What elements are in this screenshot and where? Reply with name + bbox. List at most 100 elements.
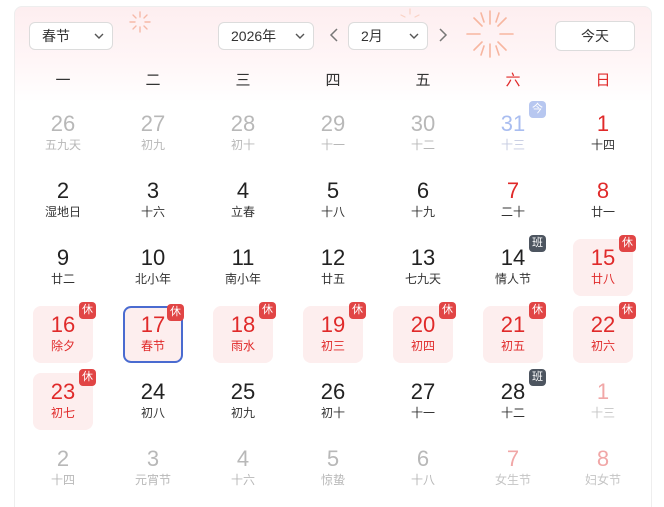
day-cell[interactable]: 11 南小年 (213, 239, 273, 296)
day-cell[interactable]: 24 初八 (123, 373, 183, 430)
day-cell[interactable]: 6 十八 (393, 440, 453, 497)
day-cell[interactable]: 31 十三今 (483, 101, 546, 162)
day-number: 9 (56, 245, 70, 270)
day-cell[interactable]: 14 情人节班 (483, 235, 546, 296)
day-cell[interactable]: 23 初七休 (33, 369, 96, 430)
lunar-label: 初十 (320, 406, 345, 420)
day-cell[interactable]: 16 除夕休 (33, 302, 96, 363)
day-number: 1 (596, 379, 610, 404)
day-cell[interactable]: 5 惊蛰 (303, 440, 363, 497)
day-number: 2 (56, 446, 70, 471)
day-number: 6 (416, 446, 430, 471)
day-number: 1 (596, 111, 610, 136)
day-cell[interactable]: 17 春节休 (123, 304, 184, 363)
day-cell[interactable]: 20 初四休 (393, 302, 456, 363)
day-number: 3 (146, 446, 160, 471)
day-cell[interactable]: 19 初三休 (303, 302, 366, 363)
day-cell[interactable]: 7 女生节 (483, 440, 543, 497)
day-cell[interactable]: 8 廿一 (573, 172, 633, 229)
day-cell[interactable]: 28 十二班 (483, 369, 546, 430)
lunar-label: 十六 (140, 205, 165, 219)
lunar-label: 春节 (140, 339, 165, 353)
lunar-label: 十八 (410, 473, 435, 487)
day-number: 2 (56, 178, 70, 203)
day-cell[interactable]: 28 初十 (213, 105, 273, 162)
day-cell[interactable]: 3 十六 (123, 172, 183, 229)
day-cell[interactable]: 30 十二 (393, 105, 453, 162)
day-cell[interactable]: 15 廿八休 (573, 235, 636, 296)
day-cell[interactable]: 27 初九 (123, 105, 183, 162)
day-cell[interactable]: 7 二十 (483, 172, 543, 229)
day-cell[interactable]: 10 北小年 (123, 239, 183, 296)
day-cell[interactable]: 29 十一 (303, 105, 363, 162)
weekday-label: 六 (505, 72, 521, 89)
day-cell[interactable]: 5 十八 (303, 172, 363, 229)
day-cell[interactable]: 12 廿五 (303, 239, 363, 296)
rest-badge: 休 (79, 369, 96, 386)
holiday-select[interactable]: 春节 (29, 22, 113, 50)
day-cell[interactable]: 4 立春 (213, 172, 273, 229)
lunar-label: 初九 (140, 138, 165, 152)
lunar-label: 十三 (590, 406, 615, 420)
day-number: 4 (236, 178, 250, 203)
day-number: 6 (416, 178, 430, 203)
lunar-label: 妇女节 (584, 473, 621, 487)
day-number: 7 (506, 178, 520, 203)
lunar-label: 初四 (410, 339, 435, 353)
day-number: 25 (230, 379, 256, 404)
day-number: 29 (320, 111, 346, 136)
prev-month-button[interactable] (328, 27, 340, 43)
lunar-label: 雨水 (230, 339, 255, 353)
day-number: 28 (230, 111, 256, 136)
weekday-label: 二 (145, 72, 161, 89)
work-badge: 班 (529, 369, 546, 386)
day-cell[interactable]: 8 妇女节 (573, 440, 633, 497)
chevron-down-icon (409, 33, 419, 39)
lunar-label: 十一 (410, 406, 435, 420)
day-cell[interactable]: 9 廿二 (33, 239, 93, 296)
lunar-label: 十四 (590, 138, 615, 152)
day-cell[interactable]: 1 十三 (573, 373, 633, 430)
day-cell[interactable]: 13 七九天 (393, 239, 453, 296)
rest-badge: 休 (619, 235, 636, 252)
day-cell[interactable]: 1 十四 (573, 105, 633, 162)
rest-badge: 休 (529, 302, 546, 319)
next-month-button[interactable] (437, 27, 449, 43)
lunar-label: 十三 (500, 138, 525, 152)
day-cell[interactable]: 21 初五休 (483, 302, 546, 363)
day-cell[interactable]: 27 十一 (393, 373, 453, 430)
rest-badge: 休 (259, 302, 276, 319)
weekday-label: 五 (415, 72, 431, 89)
lunar-label: 初十 (230, 138, 255, 152)
weekday-label: 一 (55, 72, 71, 89)
lunar-label: 初九 (230, 406, 255, 420)
day-number: 30 (410, 111, 436, 136)
year-select[interactable]: 2026年 (218, 22, 314, 50)
day-number: 10 (140, 245, 166, 270)
day-cell[interactable]: 22 初六休 (573, 302, 636, 363)
day-cell[interactable]: 2 十四 (33, 440, 93, 497)
rest-badge: 休 (167, 304, 184, 321)
lunar-label: 惊蛰 (320, 473, 345, 487)
lunar-label: 廿八 (590, 272, 615, 286)
day-cell[interactable]: 4 十六 (213, 440, 273, 497)
day-number: 27 (140, 111, 166, 136)
weekday-label: 日 (595, 72, 611, 89)
day-cell[interactable]: 2 湿地日 (33, 172, 93, 229)
rest-badge: 休 (79, 302, 96, 319)
day-number: 8 (596, 446, 610, 471)
calendar-toolbar: 春节 2026年 2月 今天 (15, 7, 651, 67)
day-cell[interactable]: 26 五九天 (33, 105, 93, 162)
day-cell[interactable]: 3 元宵节 (123, 440, 183, 497)
lunar-label: 元宵节 (134, 473, 171, 487)
today-button[interactable]: 今天 (555, 21, 635, 51)
day-cell[interactable]: 26 初十 (303, 373, 363, 430)
weekday-label: 三 (235, 72, 251, 89)
lunar-label: 初三 (320, 339, 345, 353)
day-number: 7 (506, 446, 520, 471)
day-cell[interactable]: 18 雨水休 (213, 302, 276, 363)
today-badge: 今 (529, 101, 546, 118)
month-select[interactable]: 2月 (348, 22, 428, 50)
day-cell[interactable]: 25 初九 (213, 373, 273, 430)
day-cell[interactable]: 6 十九 (393, 172, 453, 229)
